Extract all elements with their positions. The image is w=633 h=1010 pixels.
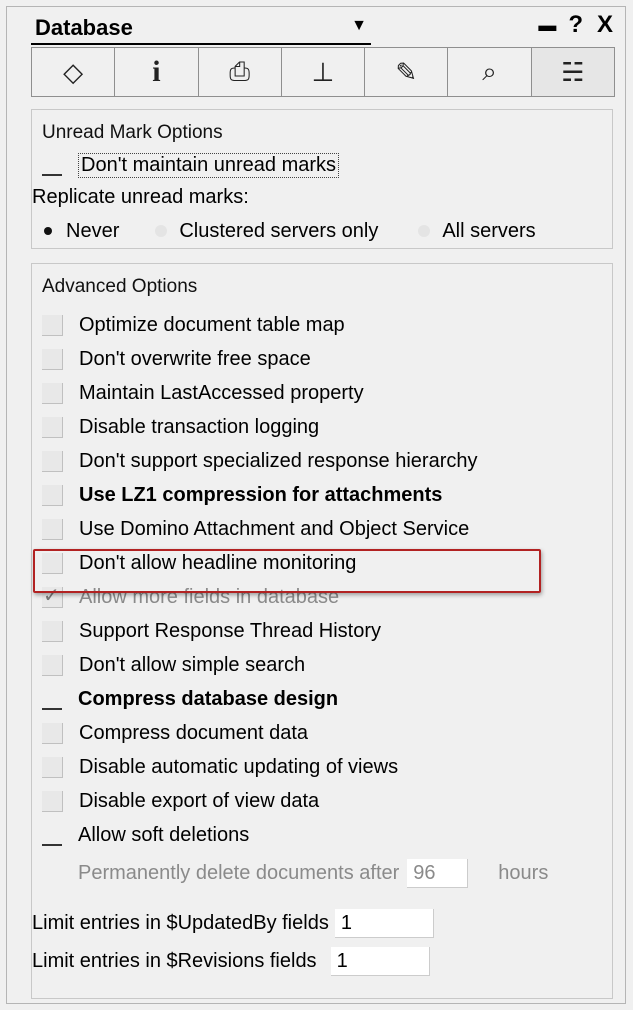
radio-all-indicator[interactable]: [418, 225, 431, 237]
option-row[interactable]: Use Domino Attachment and Object Service: [42, 512, 469, 546]
tab-launch[interactable]: ✎: [365, 48, 449, 96]
option-label: Support Response Thread History: [79, 619, 382, 642]
revisions-label: Limit entries in $Revisions fields: [32, 949, 317, 972]
advanced-icon: ☵: [561, 56, 585, 87]
option-label: Allow soft deletions: [78, 823, 250, 846]
replicate-unread-radios: Never Clustered servers only All servers: [42, 214, 536, 248]
dont-maintain-unread-label: Don't maintain unread marks: [78, 152, 340, 178]
option-checkbox[interactable]: [42, 314, 63, 336]
design-icon: ⊥: [311, 56, 335, 87]
perm-delete-row: Permanently delete documents after 96 ho…: [78, 856, 548, 890]
tab-info[interactable]: i: [115, 48, 199, 96]
advanced-group-title: Advanced Options: [42, 276, 198, 297]
highlight-box: [33, 549, 541, 593]
option-checkbox[interactable]: [42, 722, 63, 744]
option-row[interactable]: Allow soft deletions: [42, 818, 249, 852]
updatedby-label: Limit entries in $UpdatedBy fields: [32, 911, 329, 934]
option-row[interactable]: Disable export of view data: [42, 784, 319, 818]
option-checkbox[interactable]: [42, 756, 63, 778]
option-checkbox[interactable]: [42, 484, 63, 506]
updatedby-row: Limit entries in $UpdatedBy fields 1: [32, 906, 434, 940]
option-row[interactable]: Use LZ1 compression for attachments: [42, 478, 442, 512]
option-label: Disable export of view data: [79, 789, 320, 812]
option-checkbox[interactable]: [42, 416, 63, 438]
tab-strip: ◇ i ⎙ ⊥ ✎ ⌕ ☵: [31, 47, 615, 97]
radio-clustered[interactable]: Clustered servers only: [155, 220, 378, 243]
perm-delete-days-input[interactable]: 96: [407, 858, 469, 888]
revisions-input[interactable]: 1: [330, 946, 430, 976]
option-row[interactable]: Support Response Thread History: [42, 614, 381, 648]
option-label: Don't support specialized response hiera…: [79, 449, 478, 472]
option-row[interactable]: Compress document data: [42, 716, 308, 750]
option-checkbox[interactable]: [42, 654, 63, 676]
help-button[interactable]: ?: [568, 11, 583, 39]
revisions-row: Limit entries in $Revisions fields 1: [32, 944, 430, 978]
chevron-down-icon[interactable]: ▼: [351, 17, 367, 35]
option-label: Optimize document table map: [79, 313, 345, 336]
advanced-options-group: Advanced Options Optimize document table…: [31, 263, 613, 999]
option-checkbox[interactable]: [42, 518, 63, 540]
option-label: Maintain LastAccessed property: [79, 381, 364, 404]
radio-never[interactable]: Never: [42, 220, 119, 243]
close-button[interactable]: X: [597, 11, 613, 39]
option-label: Don't allow simple search: [79, 653, 306, 676]
basics-icon: ◇: [63, 56, 84, 87]
option-row[interactable]: Compress database design: [42, 682, 338, 716]
option-row[interactable]: Maintain LastAccessed property: [42, 376, 364, 410]
unread-mark-group: Unread Mark Options Don't maintain unrea…: [31, 109, 613, 249]
printer-icon: ⎙: [229, 56, 251, 86]
option-label: Disable transaction logging: [79, 415, 320, 438]
unread-group-title: Unread Mark Options: [42, 122, 223, 143]
info-icon: i: [152, 55, 161, 88]
tab-full-text[interactable]: ⌕: [448, 48, 532, 96]
minimize-bar-icon[interactable]: ▬: [538, 15, 556, 36]
tab-basics[interactable]: ◇: [32, 48, 116, 96]
option-checkbox[interactable]: [42, 382, 63, 404]
launch-icon: ✎: [395, 56, 418, 87]
selector-label: Database: [35, 15, 133, 40]
dont-maintain-unread-checkbox[interactable]: [42, 154, 62, 176]
option-checkbox[interactable]: [42, 450, 63, 472]
dont-maintain-unread-option[interactable]: Don't maintain unread marks: [42, 148, 340, 182]
database-properties-panel: Database ▼ ▬ ? X ◇ i ⎙ ⊥ ✎ ⌕ ☵ Unread Ma…: [6, 6, 626, 1004]
option-label: Compress document data: [79, 721, 309, 744]
option-row[interactable]: Disable automatic updating of views: [42, 750, 398, 784]
option-row[interactable]: Don't support specialized response hiera…: [42, 444, 477, 478]
magnifier-icon: ⌕: [482, 56, 497, 86]
option-row[interactable]: Optimize document table map: [42, 308, 345, 342]
tab-advanced[interactable]: ☵: [531, 48, 614, 96]
tab-design[interactable]: ⊥: [282, 48, 366, 96]
title-bar: Database ▼ ▬ ? X: [7, 7, 625, 45]
perm-delete-unit: hours: [498, 861, 549, 884]
option-label: Don't overwrite free space: [79, 347, 311, 370]
radio-clustered-label: Clustered servers only: [179, 219, 379, 242]
option-checkbox[interactable]: [42, 824, 62, 846]
option-label: Compress database design: [78, 687, 339, 710]
updatedby-input[interactable]: 1: [334, 908, 434, 938]
option-row[interactable]: Don't allow simple search: [42, 648, 305, 682]
option-row[interactable]: Don't overwrite free space: [42, 342, 311, 376]
title-buttons: ▬ ? X: [538, 11, 613, 39]
radio-never-indicator[interactable]: [44, 227, 52, 235]
tab-printing[interactable]: ⎙: [199, 48, 282, 96]
option-row[interactable]: Disable transaction logging: [42, 410, 319, 444]
option-label: Use Domino Attachment and Object Service: [79, 517, 470, 540]
radio-clustered-indicator[interactable]: [155, 225, 168, 237]
radio-never-label: Never: [66, 219, 120, 242]
radio-all-servers[interactable]: All servers: [418, 219, 536, 243]
option-checkbox[interactable]: [42, 348, 63, 370]
option-checkbox[interactable]: [42, 688, 62, 710]
replicate-unread-label: Replicate unread marks:: [32, 185, 249, 208]
option-label: Use LZ1 compression for attachments: [79, 483, 443, 506]
option-checkbox[interactable]: [42, 620, 63, 642]
option-checkbox[interactable]: [42, 790, 63, 812]
properties-type-selector[interactable]: Database ▼: [31, 13, 371, 45]
perm-delete-label: Permanently delete documents after: [78, 861, 400, 884]
radio-all-label: All servers: [442, 219, 536, 242]
option-label: Disable automatic updating of views: [79, 755, 399, 778]
